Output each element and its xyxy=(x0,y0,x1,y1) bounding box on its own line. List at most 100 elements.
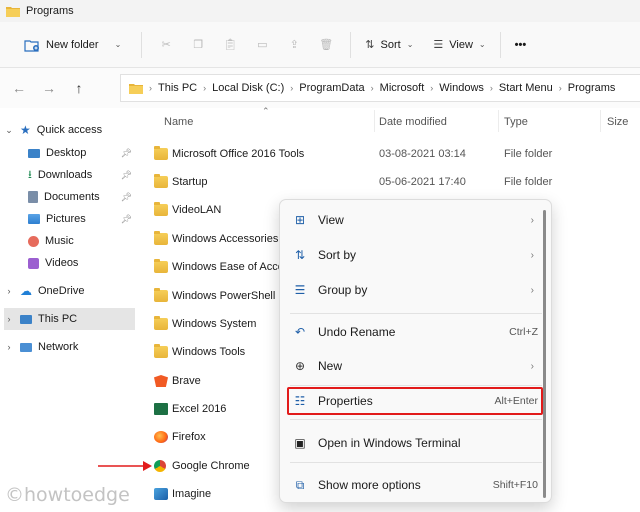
sidebar-item-label: This PC xyxy=(38,313,78,325)
menu-divider xyxy=(290,313,542,314)
file-name: Brave xyxy=(172,375,201,387)
folder-icon xyxy=(6,7,20,17)
chevron-down-icon: ⌄ xyxy=(406,40,414,49)
more-button[interactable]: ••• xyxy=(509,30,533,60)
view-button-label: View xyxy=(449,38,473,51)
menu-scrollbar[interactable] xyxy=(543,210,546,498)
delete-button[interactable]: 🗑︎ xyxy=(310,30,342,60)
menu-item-label: Show more options xyxy=(318,478,421,492)
network-icon xyxy=(20,342,32,352)
cut-button[interactable]: ✂ xyxy=(150,30,182,60)
menu-item-sort-by[interactable]: ⇅ Sort by › xyxy=(286,240,544,270)
copy-button[interactable]: ❐ xyxy=(182,30,214,60)
breadcrumb-chevron-icon: › xyxy=(149,83,152,93)
chrome-icon xyxy=(154,460,166,472)
music-icon xyxy=(28,235,39,247)
sort-icon: ⇅ xyxy=(365,39,375,51)
breadcrumb-item[interactable]: Programs xyxy=(568,82,616,94)
list-icon: ☰ xyxy=(294,283,306,297)
breadcrumb-item[interactable]: Start Menu xyxy=(499,82,553,94)
menu-item-view[interactable]: ⊞ View › xyxy=(286,205,544,235)
chevron-right-icon: › xyxy=(530,284,534,296)
share-button[interactable]: ⇪ xyxy=(278,30,310,60)
excel-icon xyxy=(154,403,168,415)
folder-icon xyxy=(154,202,168,216)
pin-icon[interactable]: 📌︎ xyxy=(121,170,132,181)
back-button[interactable]: ← xyxy=(4,73,34,103)
pin-icon[interactable]: 📌︎ xyxy=(121,214,132,225)
column-header-size[interactable]: Size xyxy=(607,116,628,128)
column-header-name[interactable]: Name xyxy=(164,116,193,128)
chevron-right-icon[interactable]: › xyxy=(4,314,14,324)
chevron-right-icon: › xyxy=(530,360,534,372)
rename-button[interactable]: ▭ xyxy=(246,30,278,60)
folder-icon xyxy=(154,259,168,273)
sidebar-item-this-pc[interactable]: › This PC xyxy=(4,308,135,330)
file-row[interactable]: Windows Ease of Access xyxy=(154,255,280,279)
sidebar-item-quick-access[interactable]: ⌄ ★ Quick access xyxy=(4,119,136,141)
pin-icon[interactable]: 📌︎ xyxy=(121,192,132,203)
chevron-right-icon: › xyxy=(530,214,534,226)
folder-icon xyxy=(154,146,168,160)
chevron-down-icon: ⌄ xyxy=(478,40,486,49)
sidebar-item-label: Videos xyxy=(45,257,79,269)
menu-item-label: Undo Rename xyxy=(318,325,396,339)
new-button[interactable]: New folder ⌄ xyxy=(18,30,127,60)
sidebar-item-pictures[interactable]: Pictures 📌︎ xyxy=(28,208,136,230)
chevron-right-icon[interactable]: › xyxy=(4,286,14,296)
pin-icon[interactable]: 📌︎ xyxy=(121,148,132,159)
video-icon xyxy=(28,257,39,269)
menu-item-undo-rename[interactable]: ↶ Undo Rename Ctrl+Z xyxy=(286,317,544,347)
up-button[interactable]: ↑ xyxy=(64,73,94,103)
sidebar-item-downloads[interactable]: ⭳ Downloads 📌︎ xyxy=(28,164,136,186)
menu-divider xyxy=(290,419,542,420)
file-name: Windows Tools xyxy=(172,346,246,358)
chevron-right-icon[interactable]: › xyxy=(4,342,14,352)
address-row: ← → ↑ › This PC › Local Disk (C:) › Prog… xyxy=(0,68,640,108)
sidebar-item-desktop[interactable]: Desktop 📌︎ xyxy=(28,142,136,164)
breadcrumb-chevron-icon: › xyxy=(203,83,207,93)
sort-button[interactable]: ⇅ Sort ⌄ xyxy=(359,30,419,60)
file-name: Windows System xyxy=(172,318,257,330)
shortcut-text: Ctrl+Z xyxy=(509,326,538,338)
column-divider[interactable] xyxy=(600,110,601,132)
navigation-pane: ⌄ ★ Quick access Desktop 📌︎ ⭳ Downloads … xyxy=(0,112,138,512)
column-header-date[interactable]: Date modified xyxy=(379,116,447,128)
menu-item-new[interactable]: ⊕ New › xyxy=(286,351,544,381)
sidebar-item-videos[interactable]: Videos xyxy=(28,252,136,274)
cut-icon: ✂ xyxy=(161,39,171,51)
breadcrumb-item[interactable]: ProgramData xyxy=(299,82,364,94)
sidebar-item-documents[interactable]: Documents 📌︎ xyxy=(28,186,136,208)
sidebar-item-onedrive[interactable]: › ☁ OneDrive xyxy=(4,280,136,302)
breadcrumb-item[interactable]: Windows xyxy=(439,82,484,94)
column-header-type[interactable]: Type xyxy=(504,116,528,128)
menu-item-show-more[interactable]: ⧉ Show more options Shift+F10 xyxy=(286,470,544,500)
column-divider[interactable] xyxy=(374,110,375,132)
column-divider[interactable] xyxy=(498,110,499,132)
watermark: ©howtoedge xyxy=(5,484,130,506)
paste-button[interactable]: 📋︎ xyxy=(214,30,246,60)
view-button[interactable]: ☰ View ⌄ xyxy=(427,30,491,60)
document-icon xyxy=(28,191,38,203)
sidebar-item-label: OneDrive xyxy=(38,285,85,297)
plus-icon: ⊕ xyxy=(294,359,306,373)
shortcut-text: Shift+F10 xyxy=(492,479,538,491)
file-name: Imagine xyxy=(172,488,212,500)
new-button-label: New folder xyxy=(46,38,99,51)
forward-button[interactable]: → xyxy=(34,73,64,103)
file-row[interactable]: Startup 05-06-2021 17:40 File folder xyxy=(154,170,634,194)
file-name: Windows Ease of Access xyxy=(172,261,280,273)
sidebar-item-label: Desktop xyxy=(46,147,87,159)
computer-icon xyxy=(20,314,32,324)
breadcrumb-item[interactable]: Microsoft xyxy=(380,82,425,94)
menu-item-label: Open in Windows Terminal xyxy=(318,436,461,450)
breadcrumb-item[interactable]: This PC xyxy=(158,82,197,94)
breadcrumb-item[interactable]: Local Disk (C:) xyxy=(212,82,284,94)
file-row[interactable]: Microsoft Office 2016 Tools 03-08-2021 0… xyxy=(154,142,634,166)
sidebar-item-music[interactable]: Music xyxy=(28,230,136,252)
menu-item-terminal[interactable]: ▣ Open in Windows Terminal xyxy=(286,428,544,458)
menu-item-group-by[interactable]: ☰ Group by › xyxy=(286,275,544,305)
chevron-down-icon[interactable]: ⌄ xyxy=(4,125,14,136)
address-bar[interactable]: › This PC › Local Disk (C:) › ProgramDat… xyxy=(120,74,640,102)
sidebar-item-network[interactable]: › Network xyxy=(4,336,136,358)
